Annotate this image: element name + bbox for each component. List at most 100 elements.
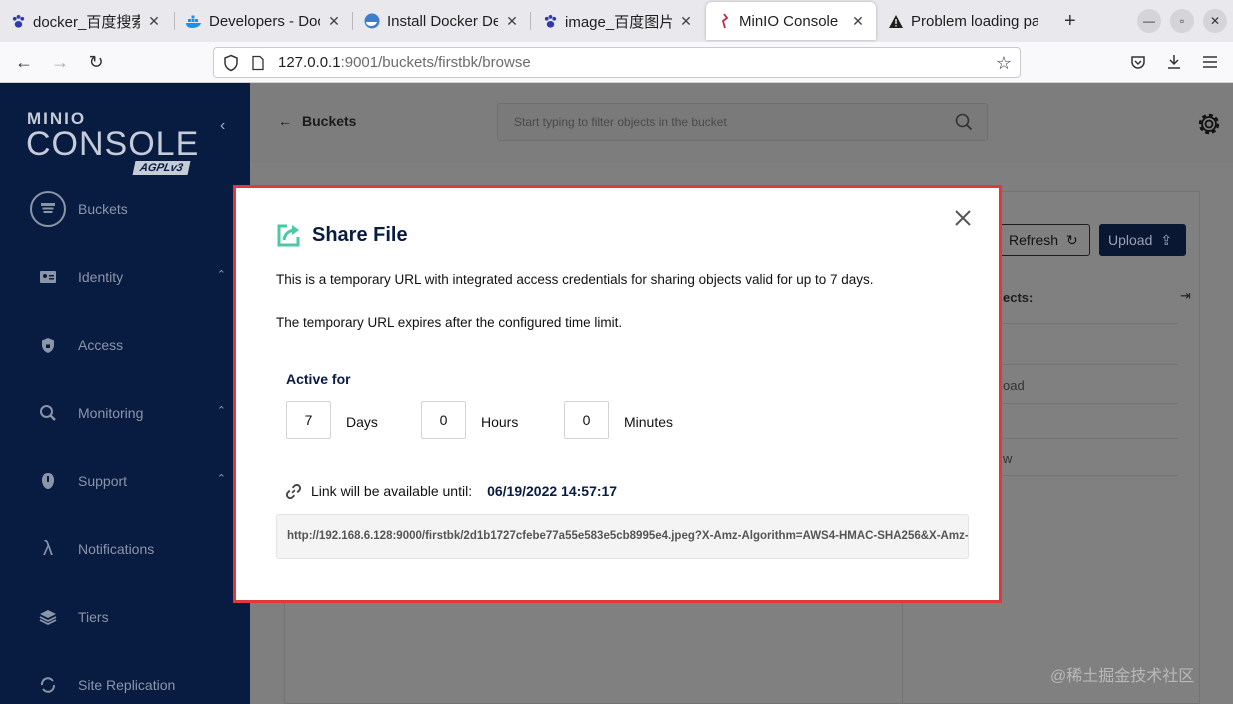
chevron-up-icon: ⌃	[216, 405, 226, 417]
close-icon[interactable]: ✕	[504, 13, 520, 30]
share-url-field[interactable]: http://192.168.6.128:9000/firstbk/2d1b17…	[276, 514, 969, 559]
days-input[interactable]: 7	[286, 401, 331, 439]
close-icon[interactable]	[953, 208, 973, 228]
back-arrow-icon: ←	[278, 113, 292, 129]
share-file-modal: Share File This is a temporary URL with …	[233, 185, 1002, 603]
modal-title: Share File	[276, 222, 408, 248]
close-icon[interactable]: ✕	[850, 13, 866, 30]
close-icon[interactable]: ✕	[326, 13, 342, 30]
page-icon	[252, 55, 264, 70]
shield-lock-icon	[30, 327, 66, 363]
url-bar[interactable]: 127.0.0.1:9001/buckets/firstbk/browse ☆	[213, 47, 1021, 78]
browser-tab-1[interactable]: docker_百度搜索 ✕	[0, 0, 172, 42]
filter-placeholder: Start typing to filter objects in the bu…	[514, 115, 727, 129]
details-heading: ects:	[1003, 290, 1034, 305]
browser-tab-title: Developers - Docker	[209, 12, 320, 30]
reload-icon[interactable]: ↻	[84, 50, 108, 74]
details-row-preview[interactable]: w	[1003, 451, 1012, 466]
close-window-button[interactable]: ✕	[1203, 9, 1227, 33]
sidebar-item-support[interactable]: Support ⌃	[30, 463, 230, 499]
link-icon	[286, 483, 301, 499]
browser-tab-title: Problem loading page	[911, 12, 1038, 30]
bucket-icon	[30, 191, 66, 227]
browser-tab-title: MinIO Console	[739, 12, 839, 30]
filter-objects-input[interactable]: Start typing to filter objects in the bu…	[497, 103, 988, 141]
upload-icon: ⇪	[1160, 231, 1173, 248]
days-label: Days	[346, 414, 378, 430]
share-url-text: http://192.168.6.128:9000/firstbk/2d1b17…	[287, 530, 969, 542]
menu-icon[interactable]	[1198, 50, 1222, 74]
sidebar-item-label: Support	[78, 473, 128, 489]
modal-expiry-note: The temporary URL expires after the conf…	[276, 315, 623, 330]
baidu-paw-icon	[542, 13, 558, 29]
back-arrow-icon[interactable]: ←	[12, 50, 36, 74]
sidebar-item-label: Access	[78, 337, 124, 353]
link-expiry-label: Link will be available until:	[311, 483, 473, 499]
browser-tab-4[interactable]: image_百度图片搜索 ✕	[532, 0, 704, 42]
shield-icon	[224, 54, 238, 71]
sidebar-item-label: Identity	[78, 269, 124, 285]
lambda-icon: λ	[43, 537, 53, 560]
watermark-text: @稀土掘金技术社区	[1050, 668, 1195, 685]
sidebar-item-access[interactable]: Access	[30, 327, 230, 363]
browser-tab-6[interactable]: Problem loading page	[878, 0, 1048, 42]
link-expiry-date: 06/19/2022 14:57:17	[487, 483, 618, 499]
close-panel-icon[interactable]: ⇥	[1180, 288, 1191, 304]
browser-tab-2[interactable]: Developers - Docker ✕	[176, 0, 352, 42]
browser-tab-title: image_百度图片搜索	[565, 13, 672, 31]
sidebar-item-label: Monitoring	[78, 405, 144, 421]
gear-icon[interactable]	[1195, 110, 1223, 138]
sidebar-item-label: Notifications	[78, 541, 155, 557]
minimize-button[interactable]: —	[1137, 9, 1161, 33]
sidebar-item-identity[interactable]: Identity ⌃	[30, 259, 230, 295]
chevron-up-icon: ⌃	[216, 269, 226, 281]
minio-icon	[716, 13, 732, 29]
sidebar-item-notifications[interactable]: λ Notifications	[30, 531, 230, 567]
logo-license-badge: AGPLv3	[132, 161, 191, 175]
upload-button[interactable]: Upload ⇪	[1099, 224, 1186, 256]
hours-input[interactable]: 0	[421, 401, 466, 439]
sidebar-item-label: Tiers	[78, 609, 109, 625]
docker-whale-icon	[186, 13, 202, 29]
logo-console-text: CONSOLE	[26, 125, 200, 163]
close-icon[interactable]: ✕	[678, 13, 694, 30]
minio-console-app: MINIO CONSOLE AGPLv3 ‹ Buckets Identity …	[0, 83, 1233, 704]
maximize-button[interactable]: ▫	[1170, 9, 1194, 33]
browser-tab-title: Install Docker Desktop	[387, 12, 498, 30]
sidebar-item-monitoring[interactable]: Monitoring ⌃	[30, 395, 230, 431]
refresh-icon: ↻	[1066, 231, 1078, 248]
forward-arrow-icon[interactable]: →	[48, 50, 72, 74]
url-text: 127.0.0.1:9001/buckets/firstbk/browse	[278, 54, 531, 71]
modal-title-text: Share File	[312, 223, 408, 246]
search-icon	[955, 113, 973, 131]
details-row-download[interactable]: oad	[1003, 378, 1025, 393]
support-icon	[30, 463, 66, 499]
collapse-sidebar-icon[interactable]: ‹	[220, 117, 225, 135]
refresh-button[interactable]: Refresh ↻	[990, 224, 1090, 256]
minutes-input[interactable]: 0	[564, 401, 609, 439]
link-expiry-row: Link will be available until: 06/19/2022…	[286, 483, 617, 499]
modal-description: This is a temporary URL with integrated …	[276, 272, 874, 287]
browser-tab-5-active[interactable]: MinIO Console ✕	[706, 2, 876, 40]
sidebar-item-label: Buckets	[78, 201, 128, 217]
page-header: ← Buckets Start typing to filter objects…	[250, 83, 1233, 163]
pocket-icon[interactable]	[1126, 50, 1150, 74]
close-icon[interactable]: ✕	[146, 13, 162, 30]
sidebar-item-site-replication[interactable]: Site Replication	[30, 667, 230, 703]
sidebar-item-tiers[interactable]: Tiers	[30, 599, 230, 635]
browser-tab-bar: docker_百度搜索 ✕ Developers - Docker ✕ Inst…	[0, 0, 1233, 42]
layers-icon	[30, 599, 66, 635]
back-to-buckets-link[interactable]: ← Buckets	[278, 113, 356, 129]
warning-icon	[888, 13, 904, 29]
bookmark-star-icon[interactable]: ☆	[996, 53, 1012, 74]
sidebar-item-label: Site Replication	[78, 677, 176, 693]
new-tab-button[interactable]: +	[1064, 10, 1076, 33]
active-for-label: Active for	[286, 371, 351, 387]
chevron-up-icon: ⌃	[216, 473, 226, 485]
browser-tab-3[interactable]: Install Docker Desktop ✕	[354, 0, 530, 42]
sidebar-item-buckets[interactable]: Buckets	[30, 191, 230, 227]
download-icon[interactable]	[1162, 50, 1186, 74]
share-icon	[277, 224, 300, 247]
replication-icon	[30, 667, 66, 703]
identity-card-icon	[30, 259, 66, 295]
